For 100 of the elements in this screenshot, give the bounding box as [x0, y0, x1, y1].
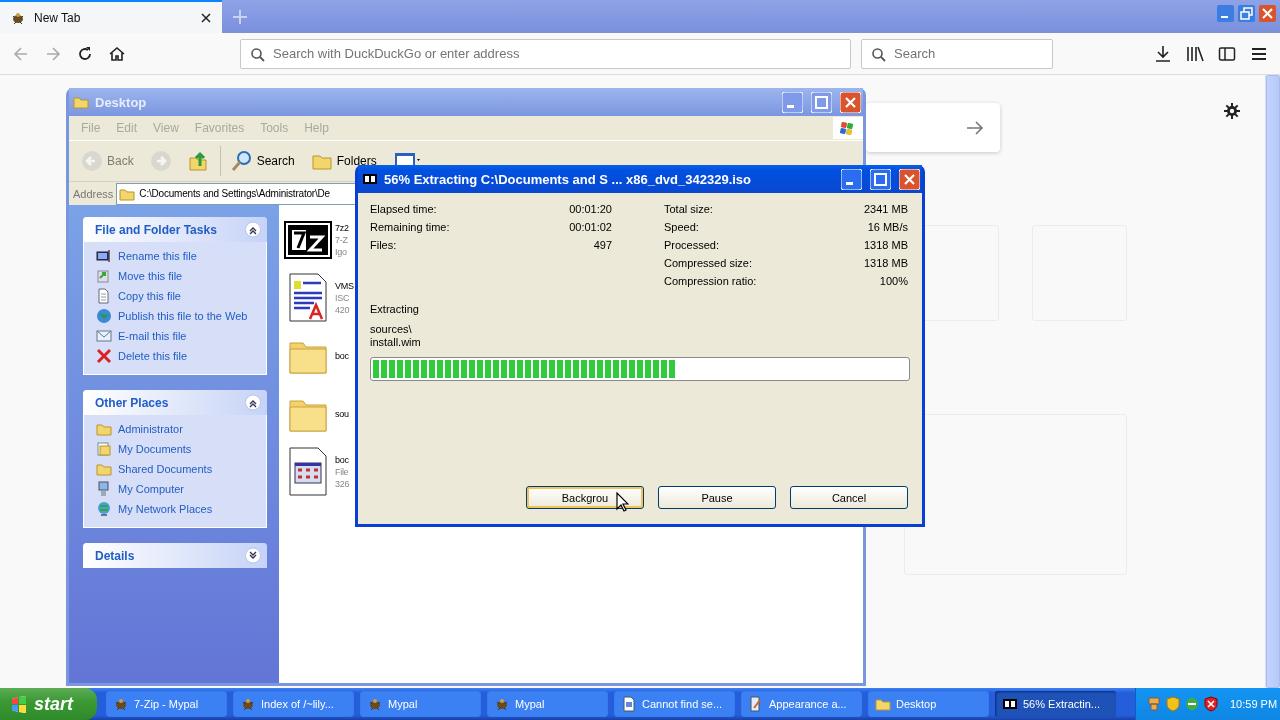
task-link[interactable]: E-mail this file: [96, 328, 266, 344]
task-link[interactable]: My Computer: [96, 481, 266, 497]
archive-icon: [1002, 696, 1018, 712]
taskbar-button[interactable]: Cannot find se...: [614, 691, 735, 717]
back-icon: [81, 150, 103, 172]
copy-icon: [96, 288, 112, 304]
window-title: 56% Extracting C:\Documents and S ... x86_dvd_342329.iso: [384, 171, 752, 187]
collapse-icon[interactable]: [245, 394, 261, 411]
maximize-icon[interactable]: [811, 91, 832, 113]
window-title: Desktop: [95, 94, 147, 110]
taskbar-button[interactable]: Mypal: [360, 691, 481, 717]
stat-value: 1318 MB: [863, 257, 908, 271]
task-link[interactable]: Delete this file: [96, 348, 266, 364]
taskbar-button[interactable]: 7-Zip - Mypal: [106, 691, 227, 717]
bug-icon: [240, 696, 256, 712]
security-alert-icon[interactable]: [1203, 696, 1219, 712]
bug-icon: [494, 696, 510, 712]
back-icon[interactable]: [12, 44, 30, 63]
globe-icon: [96, 308, 112, 324]
task-link[interactable]: Move this file: [96, 268, 266, 284]
tray-app-icon[interactable]: [1146, 696, 1162, 712]
library-icon[interactable]: [1186, 44, 1204, 63]
folder-icon: [96, 461, 112, 477]
minimize-icon[interactable]: [841, 168, 862, 190]
folder-icon: [73, 94, 89, 110]
tile-placeholder[interactable]: [904, 414, 1127, 575]
status-text: Extracting: [370, 303, 420, 315]
task-link[interactable]: Rename this file: [96, 248, 266, 264]
minimize-icon[interactable]: [1217, 5, 1234, 22]
maximize-icon[interactable]: [870, 168, 891, 190]
dialog-button[interactable]: Backgrou: [526, 486, 644, 509]
close-icon[interactable]: [200, 11, 212, 24]
windows-logo-icon: [10, 694, 28, 714]
bug-icon: [113, 696, 129, 712]
panel-title: Details: [95, 548, 135, 563]
folder-icon: [875, 696, 891, 712]
folder-item[interactable]: sou: [283, 389, 355, 439]
expand-icon[interactable]: [245, 547, 261, 564]
stat-label: Files:: [370, 239, 397, 253]
folder-path: sources\: [370, 323, 413, 336]
browser-tab[interactable]: New Tab: [0, 0, 222, 33]
taskbar-button[interactable]: Index of /~lily...: [233, 691, 354, 717]
search-field[interactable]: Search: [861, 38, 1053, 69]
address-label: Address: [73, 187, 114, 200]
sidebar-icon[interactable]: [1218, 44, 1236, 63]
collapse-icon[interactable]: [245, 221, 261, 238]
dialog-button[interactable]: Pause: [658, 486, 776, 509]
folder-item[interactable]: boc: [283, 331, 355, 381]
dialog-button[interactable]: Cancel: [790, 486, 908, 509]
stat-label: Elapsed time:: [370, 203, 437, 217]
taskbar-button[interactable]: Mypal: [487, 691, 608, 717]
address-field[interactable]: Search with DuckDuckGo or enter address: [240, 38, 851, 69]
document-icon: [288, 273, 328, 323]
stat-label: Processed:: [664, 239, 720, 253]
stat-value: 497: [593, 239, 612, 253]
cursor-icon: [616, 492, 629, 512]
panel-header[interactable]: Details: [83, 543, 267, 568]
stat-value: 00:01:20: [569, 203, 612, 217]
download-icon[interactable]: [1154, 44, 1172, 63]
taskbar-button[interactable]: Desktop: [868, 691, 989, 717]
bug-icon: [367, 696, 383, 712]
restore-icon[interactable]: [1238, 5, 1255, 22]
network-icon[interactable]: [1184, 696, 1200, 712]
reload-icon[interactable]: [76, 44, 94, 63]
task-link[interactable]: Copy this file: [96, 288, 266, 304]
shield-icon[interactable]: [1165, 696, 1181, 712]
start-button[interactable]: start: [0, 688, 97, 720]
forward-icon[interactable]: [44, 44, 62, 63]
arrow-icon: [966, 120, 984, 135]
toolbar-button[interactable]: Search: [224, 148, 301, 174]
panel-header[interactable]: File and Folder Tasks: [83, 217, 267, 242]
taskbar-button[interactable]: Appearance a...: [741, 691, 862, 717]
settings-icon[interactable]: [1224, 103, 1240, 119]
taskbar-button[interactable]: 56% Extractin...: [995, 691, 1116, 717]
scrollbar[interactable]: [1265, 75, 1280, 688]
archive-item[interactable]: 7z2 7-Z Igo: [283, 215, 355, 265]
minimize-icon[interactable]: [782, 91, 803, 113]
stat-value: 00:01:02: [569, 221, 612, 235]
stat-label: Speed:: [664, 221, 699, 235]
home-icon[interactable]: [108, 44, 126, 63]
mail-icon: [96, 328, 112, 344]
document-item[interactable]: VMS ISC 420: [283, 273, 355, 323]
task-link[interactable]: Administrator: [96, 421, 266, 437]
task-link[interactable]: My Network Places: [96, 501, 266, 517]
settings-file-icon: [288, 447, 328, 497]
panel-header[interactable]: Other Places: [83, 390, 267, 415]
task-link[interactable]: My Documents: [96, 441, 266, 457]
folder-icon: [96, 421, 112, 437]
stat-value: 100%: [879, 275, 908, 289]
toolbar-button[interactable]: Folders: [304, 148, 383, 174]
documents-icon: [96, 441, 112, 457]
task-link[interactable]: Publish this file to the Web: [96, 308, 266, 324]
tab-label: New Tab: [34, 10, 82, 25]
task-link[interactable]: Shared Documents: [96, 461, 266, 477]
stat-label: Remaining time:: [370, 221, 450, 235]
rename-icon: [96, 248, 112, 264]
stat-value: 1318 MB: [863, 239, 908, 253]
computer-icon: [96, 481, 112, 497]
settings-item[interactable]: boc File 326: [283, 447, 355, 497]
file-name: install.wim: [370, 336, 422, 349]
